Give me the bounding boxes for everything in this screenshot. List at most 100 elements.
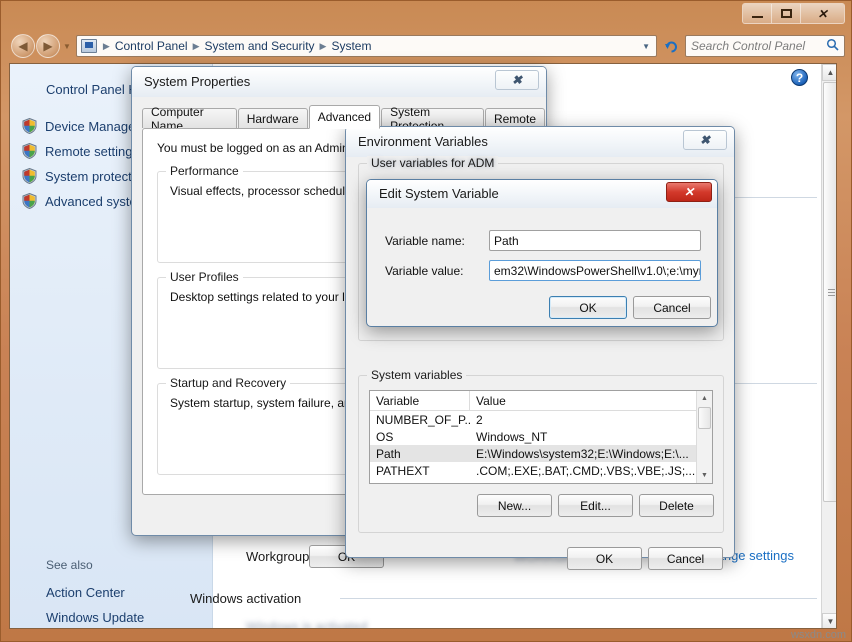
tab-system-protection[interactable]: System Protection: [381, 108, 484, 128]
window-titlebar: ✕: [1, 1, 852, 29]
minimize-button[interactable]: [743, 4, 772, 23]
scroll-up-button[interactable]: ▲: [822, 64, 837, 81]
table-row[interactable]: NUMBER_OF_P... 2: [370, 411, 712, 428]
search-icon: [826, 38, 839, 54]
breadcrumb-system[interactable]: System: [329, 39, 373, 53]
button-label: Delete: [659, 499, 694, 513]
cell-variable: OS: [370, 430, 470, 444]
column-header-value[interactable]: Value: [470, 391, 712, 410]
breadcrumb-control-panel[interactable]: Control Panel: [113, 39, 190, 53]
close-icon: ✖: [512, 73, 522, 87]
list-header: Variable Value: [370, 391, 712, 411]
tab-label: Advanced: [318, 110, 371, 124]
system-variables-group-label: System variables: [367, 368, 466, 382]
cell-variable: NUMBER_OF_P...: [370, 413, 470, 427]
see-also-item-windows-update[interactable]: Windows Update: [46, 610, 144, 625]
edit-system-variable-title: Edit System Variable: [379, 186, 499, 201]
close-button[interactable]: ✕: [801, 4, 844, 23]
table-row[interactable]: OS Windows_NT: [370, 428, 712, 445]
back-button[interactable]: ◀: [11, 34, 35, 58]
edit-variable-button[interactable]: Edit...: [558, 494, 633, 517]
variable-name-input[interactable]: Path: [489, 230, 701, 251]
chevron-up-icon: ▲: [701, 395, 708, 402]
button-label: Cancel: [667, 552, 704, 566]
forward-icon: ▶: [43, 39, 52, 53]
sidebar-item-remote-settings[interactable]: Remote settings: [22, 143, 139, 159]
navigation-bar: ◀ ▶ ▼ ▶ Control Panel ▶ System and Secur…: [9, 33, 845, 59]
edit-system-variable-close-button[interactable]: ✕: [666, 182, 712, 202]
tab-computer-name[interactable]: Computer Name: [142, 108, 237, 128]
search-placeholder: Search Control Panel: [691, 39, 805, 53]
help-icon[interactable]: ?: [791, 69, 808, 86]
cell-variable: Path: [370, 447, 470, 461]
delete-variable-button[interactable]: Delete: [639, 494, 714, 517]
window-controls: ✕: [742, 3, 845, 24]
scrollbar-thumb[interactable]: [823, 82, 837, 502]
environment-variables-close-button[interactable]: ✖: [683, 130, 727, 150]
sidebar-item-label: Device Manager: [45, 119, 140, 134]
system-properties-tabs: Computer Name Hardware Advanced System P…: [142, 105, 546, 128]
sidebar-item-label: Remote settings: [45, 144, 139, 159]
back-icon: ◀: [18, 39, 27, 53]
list-vertical-scrollbar[interactable]: ▲ ▼: [696, 391, 712, 483]
tab-remote[interactable]: Remote: [485, 108, 545, 128]
tab-label: Remote: [494, 112, 536, 126]
list-scrollbar-thumb[interactable]: [698, 407, 711, 429]
environment-variables-titlebar: Environment Variables ✖: [346, 127, 734, 157]
scroll-down-button[interactable]: ▼: [822, 613, 837, 629]
cell-variable: PATHEXT: [370, 464, 470, 478]
forward-button[interactable]: ▶: [36, 34, 60, 58]
user-variables-group-label: User variables for ADM: [367, 156, 498, 170]
button-label: New...: [498, 499, 531, 513]
edit-system-variable-body: Variable name: Path Variable value: em32…: [367, 208, 717, 326]
tab-advanced[interactable]: Advanced: [309, 105, 380, 129]
system-variables-group: System variables Variable Value NUMBER_O…: [358, 375, 724, 533]
button-label: Cancel: [653, 301, 690, 315]
system-variables-list[interactable]: Variable Value NUMBER_OF_P... 2 OS Windo…: [369, 390, 713, 484]
user-profiles-group-label: User Profiles: [166, 270, 243, 284]
search-input[interactable]: Search Control Panel: [685, 35, 845, 57]
computer-icon: [81, 39, 97, 53]
variable-value-value: em32\WindowsPowerShell\v1.0\;e:\myrun;: [494, 264, 701, 278]
edit-system-variable-cancel-button[interactable]: Cancel: [633, 296, 711, 319]
breadcrumb-system-and-security[interactable]: System and Security: [202, 39, 316, 53]
startup-recovery-group-label: Startup and Recovery: [166, 376, 290, 390]
sidebar-item-system-protection[interactable]: System protection: [22, 168, 149, 184]
variable-value-input[interactable]: em32\WindowsPowerShell\v1.0\;e:\myrun;: [489, 260, 701, 281]
breadcrumb-sep-icon: ▶: [190, 41, 203, 52]
see-also-item-action-center[interactable]: Action Center: [46, 585, 125, 600]
scrollbar-grip-icon: [828, 289, 835, 296]
sidebar-item-device-manager[interactable]: Device Manager: [22, 118, 140, 134]
shield-icon: [22, 143, 37, 159]
chevron-down-icon: ▼: [827, 617, 835, 626]
cell-value: Windows_NT: [470, 430, 712, 444]
edit-system-variable-dialog: Edit System Variable ✕ Variable name: Pa…: [366, 179, 718, 327]
button-label: OK: [579, 301, 596, 315]
shield-icon: [22, 193, 37, 209]
list-scroll-up-button[interactable]: ▲: [697, 391, 712, 406]
environment-variables-cancel-button[interactable]: Cancel: [648, 547, 723, 570]
environment-variables-title: Environment Variables: [358, 134, 488, 149]
table-row[interactable]: Path E:\Windows\system32;E:\Windows;E:\.…: [370, 445, 712, 462]
see-also-header: See also: [46, 558, 93, 572]
table-row[interactable]: PATHEXT .COM;.EXE;.BAT;.CMD;.VBS;.VBE;.J…: [370, 462, 712, 479]
variable-name-label: Variable name:: [385, 234, 465, 248]
nav-arrow-group: ◀ ▶: [11, 34, 60, 58]
system-properties-close-button[interactable]: ✖: [495, 70, 539, 90]
recent-pages-caret-icon[interactable]: ▼: [63, 42, 71, 51]
column-header-variable[interactable]: Variable: [370, 391, 470, 410]
environment-variables-ok-button[interactable]: OK: [567, 547, 642, 570]
watermark: wsxdn.com: [791, 629, 846, 641]
tab-hardware[interactable]: Hardware: [238, 108, 308, 128]
new-variable-button[interactable]: New...: [477, 494, 552, 517]
maximize-button[interactable]: [772, 4, 801, 23]
refresh-button[interactable]: [660, 35, 682, 57]
edit-system-variable-ok-button[interactable]: OK: [549, 296, 627, 319]
cell-value: .COM;.EXE;.BAT;.CMD;.VBS;.VBE;.JS;....: [470, 464, 712, 478]
list-scroll-down-button[interactable]: ▼: [697, 468, 712, 483]
vertical-scrollbar[interactable]: ▲ ▼: [821, 64, 837, 629]
performance-group-label: Performance: [166, 164, 243, 178]
breadcrumb-sep-icon: ▶: [317, 41, 330, 52]
address-bar[interactable]: ▶ Control Panel ▶ System and Security ▶ …: [76, 35, 657, 57]
address-dropdown-icon[interactable]: ▼: [642, 42, 652, 51]
